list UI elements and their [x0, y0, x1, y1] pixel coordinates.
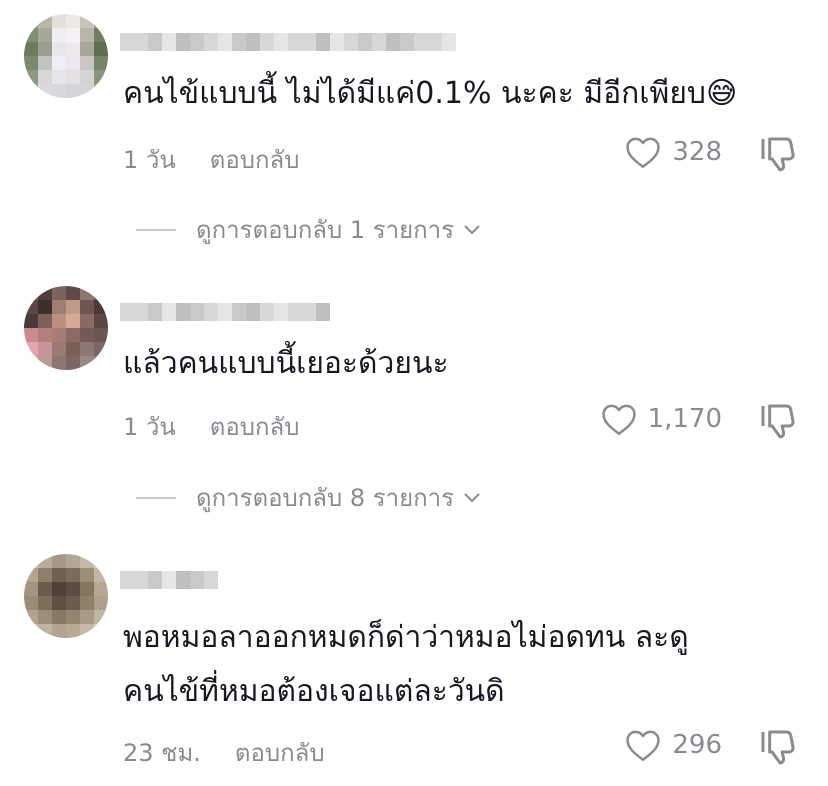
- view-replies-button[interactable]: ดูการตอบกลับ 8 รายการ: [136, 478, 482, 517]
- view-replies-label: ดูการตอบกลับ 8 รายการ: [196, 484, 455, 512]
- avatar[interactable]: [24, 286, 108, 370]
- like-button[interactable]: 328: [624, 135, 722, 169]
- heart-outline-icon: [601, 404, 636, 435]
- view-replies-button[interactable]: ดูการตอบกลับ 1 รายการ: [136, 210, 482, 249]
- divider: [136, 228, 176, 231]
- username-blurred[interactable]: [120, 568, 218, 592]
- chevron-down-icon: [464, 224, 480, 234]
- comment-time: 1 วัน: [123, 413, 176, 441]
- comment-time: 23 ชม.: [123, 739, 201, 767]
- comment-time: 1 วัน: [123, 146, 176, 174]
- divider: [136, 496, 176, 499]
- comment-meta: 1 วัน ตอบกลับ: [123, 407, 300, 446]
- thumbs-down-icon[interactable]: [758, 401, 798, 441]
- like-count: 1,170: [647, 404, 722, 434]
- comment-text: พอหมอลาออกหมดก็ด่าว่าหมอไม่อดทน ละดู: [123, 620, 689, 655]
- thumbs-down-icon[interactable]: [758, 134, 798, 174]
- heart-outline-icon: [626, 137, 661, 168]
- reply-button[interactable]: ตอบกลับ: [235, 739, 325, 767]
- comment-text-line-2: คนไข้ที่หมอต้องเจอแต่ละวันดิ: [123, 674, 505, 709]
- comment-text: คนไข้แบบนี้ ไม่ได้มีแค่0.1% นะคะ มีอีกเพ…: [123, 76, 738, 111]
- thumbs-down-icon[interactable]: [758, 727, 798, 767]
- reply-button[interactable]: ตอบกลับ: [210, 413, 300, 441]
- comment-meta: 1 วัน ตอบกลับ: [123, 140, 300, 179]
- like-count: 296: [672, 730, 722, 760]
- comment-meta: 23 ชม. ตอบกลับ: [123, 733, 325, 772]
- comment-text: แล้วคนแบบนี้เยอะด้วยนะ: [123, 346, 449, 381]
- username-blurred[interactable]: [120, 30, 456, 54]
- avatar[interactable]: [24, 554, 108, 638]
- chevron-down-icon: [464, 492, 480, 502]
- reply-button[interactable]: ตอบกลับ: [210, 146, 300, 174]
- view-replies-label: ดูการตอบกลับ 1 รายการ: [196, 216, 455, 244]
- like-button[interactable]: 296: [624, 728, 722, 762]
- heart-outline-icon: [626, 730, 661, 761]
- username-blurred[interactable]: [120, 300, 330, 324]
- like-count: 328: [672, 137, 722, 167]
- like-button[interactable]: 1,170: [600, 402, 722, 436]
- avatar[interactable]: [24, 14, 108, 98]
